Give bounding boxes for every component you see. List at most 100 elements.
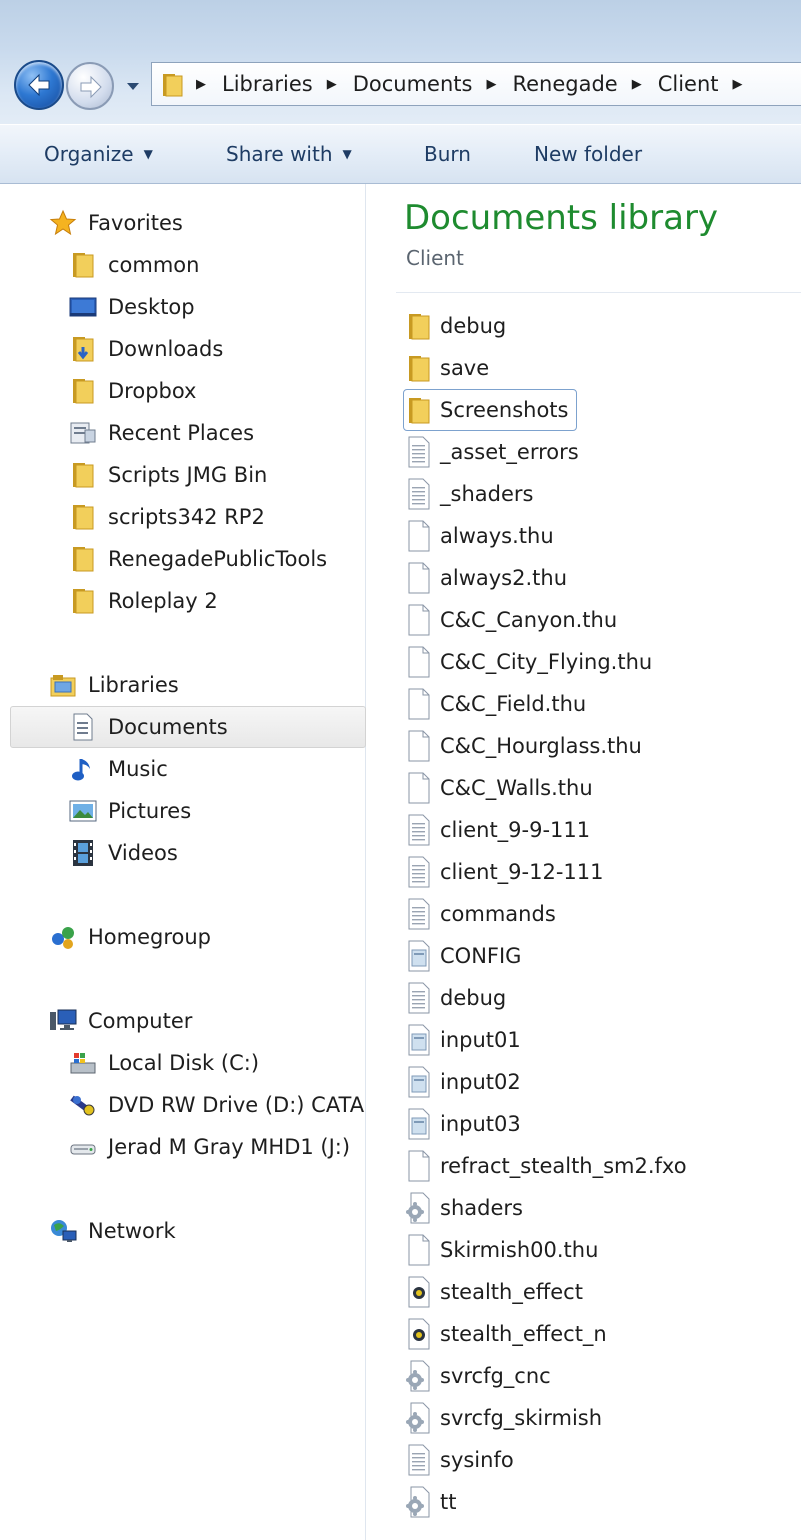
file-item-commands[interactable]: commands [404, 894, 556, 934]
header-divider [396, 292, 801, 293]
folder-icon [68, 586, 98, 616]
nav-label: RenegadePublicTools [108, 547, 328, 571]
text-file-icon [404, 1444, 434, 1476]
file-name: _asset_errors [440, 440, 579, 464]
breadcrumb-renegade[interactable]: Renegade [512, 72, 617, 96]
file-item-skirmish00-thu[interactable]: Skirmish00.thu [404, 1230, 598, 1270]
nav-libraries[interactable]: Libraries [48, 665, 179, 705]
breadcrumb-separator-icon[interactable]: ▶ [733, 77, 743, 92]
libraries-icon [48, 670, 78, 700]
file-item-client-9-9-111[interactable]: client_9-9-111 [404, 810, 590, 850]
nav-homegroup[interactable]: Homegroup [48, 917, 211, 957]
file-item-always2-thu[interactable]: always2.thu [404, 558, 567, 598]
nav-item-roleplay-2[interactable]: Roleplay 2 [68, 581, 218, 621]
nav-item-scripts-jmg-bin[interactable]: Scripts JMG Bin [68, 455, 267, 495]
file-item-shaders[interactable]: shaders [404, 1188, 523, 1228]
file-item-refract-stealth-sm2-fxo[interactable]: refract_stealth_sm2.fxo [404, 1146, 687, 1186]
file-item-input02[interactable]: input02 [404, 1062, 521, 1102]
file-item-debug[interactable]: debug [404, 306, 506, 346]
blank-file-icon [404, 1234, 434, 1266]
file-item-candc-canyon-thu[interactable]: C&C_Canyon.thu [404, 600, 617, 640]
burn-button[interactable]: Burn [424, 125, 471, 183]
nav-item-local-disk-c[interactable]: Local Disk (C:) [68, 1043, 259, 1083]
nav-item-desktop[interactable]: Desktop [68, 287, 195, 327]
recent-pages-dropdown[interactable] [124, 76, 142, 96]
nav-label: Favorites [88, 211, 183, 235]
file-item-candc-hourglass-thu[interactable]: C&C_Hourglass.thu [404, 726, 642, 766]
hard-drive-icon [68, 1048, 98, 1078]
file-item-config[interactable]: CONFIG [404, 936, 521, 976]
nav-item-documents[interactable]: Documents [68, 707, 228, 747]
file-name: CONFIG [440, 944, 522, 968]
folder-icon [404, 310, 434, 342]
file-name: sysinfo [440, 1448, 514, 1472]
file-item-asset-errors[interactable]: _asset_errors [404, 432, 579, 472]
nav-item-common[interactable]: common [68, 245, 199, 285]
file-name: always.thu [440, 524, 554, 548]
file-name: C&C_Walls.thu [440, 776, 593, 800]
file-item-save[interactable]: save [404, 348, 489, 388]
file-item-input01[interactable]: input01 [404, 1020, 521, 1060]
file-item-candc-city-flying-thu[interactable]: C&C_City_Flying.thu [404, 642, 652, 682]
breadcrumb: ▶ Libraries ▶ Documents ▶ Renegade ▶ Cli… [192, 63, 759, 105]
breadcrumb-documents[interactable]: Documents [353, 72, 473, 96]
share-with-button[interactable]: Share with ▼ [226, 125, 352, 183]
new-folder-button[interactable]: New folder [534, 125, 642, 183]
share-with-label: Share with [226, 142, 333, 166]
file-item-stealth-effect-n[interactable]: stealth_effect_n [404, 1314, 607, 1354]
file-item-debug[interactable]: debug [404, 978, 506, 1018]
nav-item-renegadepublictools[interactable]: RenegadePublicTools [68, 539, 327, 579]
file-item-svrcfg-cnc[interactable]: svrcfg_cnc [404, 1356, 551, 1396]
folder-icon [68, 250, 98, 280]
nav-computer[interactable]: Computer [48, 1001, 192, 1041]
nav-item-dropbox[interactable]: Dropbox [68, 371, 196, 411]
blank-file-icon [404, 520, 434, 552]
blank-file-icon [404, 1150, 434, 1182]
computer-icon [48, 1006, 78, 1036]
nav-item-downloads[interactable]: Downloads [68, 329, 223, 369]
nav-item-jerad-m-gray-mhd1-j[interactable]: Jerad M Gray MHD1 (J:) [68, 1127, 350, 1167]
nav-item-pictures[interactable]: Pictures [68, 791, 191, 831]
breadcrumb-libraries[interactable]: Libraries [222, 72, 313, 96]
file-item-stealth-effect[interactable]: stealth_effect [404, 1272, 583, 1312]
nav-item-scripts342-rp2[interactable]: scripts342 RP2 [68, 497, 265, 537]
folder-icon [68, 376, 98, 406]
file-item-always-thu[interactable]: always.thu [404, 516, 554, 556]
breadcrumb-separator-icon[interactable]: ▶ [632, 77, 642, 92]
file-item-svrcfg-skirmish[interactable]: svrcfg_skirmish [404, 1398, 602, 1438]
blank-file-icon [404, 562, 434, 594]
file-item-shaders[interactable]: _shaders [404, 474, 533, 514]
address-bar[interactable]: ▶ Libraries ▶ Documents ▶ Renegade ▶ Cli… [151, 62, 801, 106]
nav-item-music[interactable]: Music [68, 749, 168, 789]
organize-button[interactable]: Organize ▼ [44, 125, 153, 183]
file-item-input03[interactable]: input03 [404, 1104, 521, 1144]
file-item-tt[interactable]: tt [404, 1482, 456, 1522]
file-item-candc-walls-thu[interactable]: C&C_Walls.thu [404, 768, 593, 808]
nav-label: Homegroup [88, 925, 212, 949]
file-item-client-9-12-111[interactable]: client_9-12-111 [404, 852, 604, 892]
file-list-pane[interactable]: Documents library Client debug save Screen… [366, 184, 801, 1540]
file-name: client_9-12-111 [440, 860, 604, 884]
recent-places-icon [68, 418, 98, 448]
breadcrumb-client[interactable]: Client [658, 72, 719, 96]
breadcrumb-separator-icon[interactable]: ▶ [327, 77, 337, 92]
nav-network[interactable]: Network [48, 1211, 176, 1251]
back-button[interactable] [14, 60, 64, 110]
blank-file-icon [404, 604, 434, 636]
nav-favorites[interactable]: Favorites [48, 203, 183, 243]
nav-item-videos[interactable]: Videos [68, 833, 178, 873]
blank-file-icon [404, 730, 434, 762]
nav-label: scripts342 RP2 [108, 505, 265, 529]
file-item-candc-field-thu[interactable]: C&C_Field.thu [404, 684, 586, 724]
nav-item-dvd-rw-drive-d[interactable]: DVD RW Drive (D:) CATA [68, 1085, 364, 1125]
nav-label: Libraries [88, 673, 179, 697]
file-item-sysinfo[interactable]: sysinfo [404, 1440, 514, 1480]
folder-icon [68, 502, 98, 532]
nav-label: Network [88, 1219, 176, 1243]
forward-button[interactable] [66, 62, 114, 110]
file-item-screenshots[interactable]: Screenshots [402, 389, 578, 431]
nav-item-recent-places[interactable]: Recent Places [68, 413, 254, 453]
navigation-pane[interactable]: Favorites common Desktop Downloads Dropb… [0, 184, 366, 1540]
breadcrumb-separator-icon[interactable]: ▶ [486, 77, 496, 92]
breadcrumb-separator-icon[interactable]: ▶ [196, 77, 206, 92]
